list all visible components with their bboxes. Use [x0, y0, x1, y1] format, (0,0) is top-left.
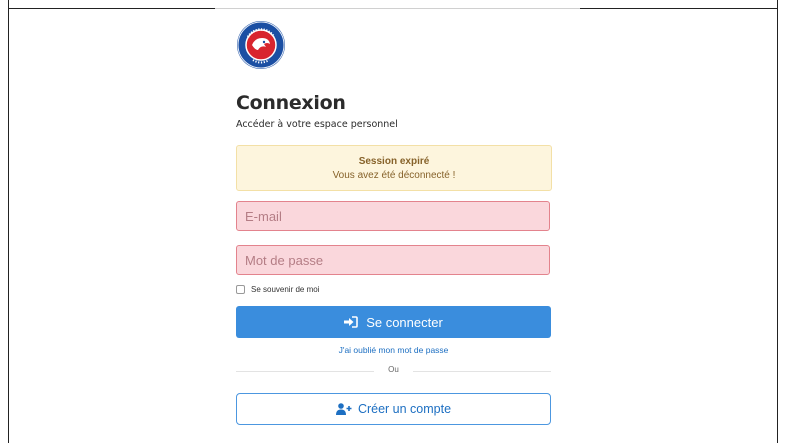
- login-button-label: Se connecter: [366, 314, 443, 330]
- frame-border-right: [777, 0, 778, 443]
- remember-me-label: Se souvenir de moi: [251, 285, 320, 294]
- remember-me-checkbox[interactable]: [236, 285, 245, 294]
- login-button[interactable]: Se connecter: [236, 306, 551, 338]
- frame-border-top-middle: [215, 8, 580, 9]
- alert-message: Vous avez été déconnecté !: [332, 170, 456, 181]
- page-subtitle: Accéder à votre espace personnel: [236, 119, 398, 130]
- frame-border-left: [8, 0, 9, 443]
- page-title: Connexion: [236, 92, 346, 114]
- divider-text: Ou: [388, 365, 399, 374]
- remember-me[interactable]: Se souvenir de moi: [236, 285, 319, 294]
- user-plus-icon: [335, 403, 352, 415]
- password-field[interactable]: [236, 245, 550, 275]
- or-divider: Ou: [236, 365, 551, 377]
- session-expired-alert: Session expiré Vous avez été déconnecté …: [236, 145, 552, 191]
- create-account-label: Créer un compte: [357, 402, 452, 416]
- create-account-button[interactable]: Créer un compte: [236, 393, 551, 425]
- alert-title: Session expiré: [358, 156, 430, 167]
- divider-line-right: [413, 371, 551, 372]
- forgot-password-link[interactable]: J'ai oublié mon mot de passe: [236, 345, 551, 355]
- sign-in-icon: [344, 316, 358, 328]
- club-logo: [237, 21, 285, 69]
- frame-border-top-left: [8, 8, 215, 9]
- frame-border-top-right: [580, 8, 778, 9]
- email-field[interactable]: [236, 201, 550, 231]
